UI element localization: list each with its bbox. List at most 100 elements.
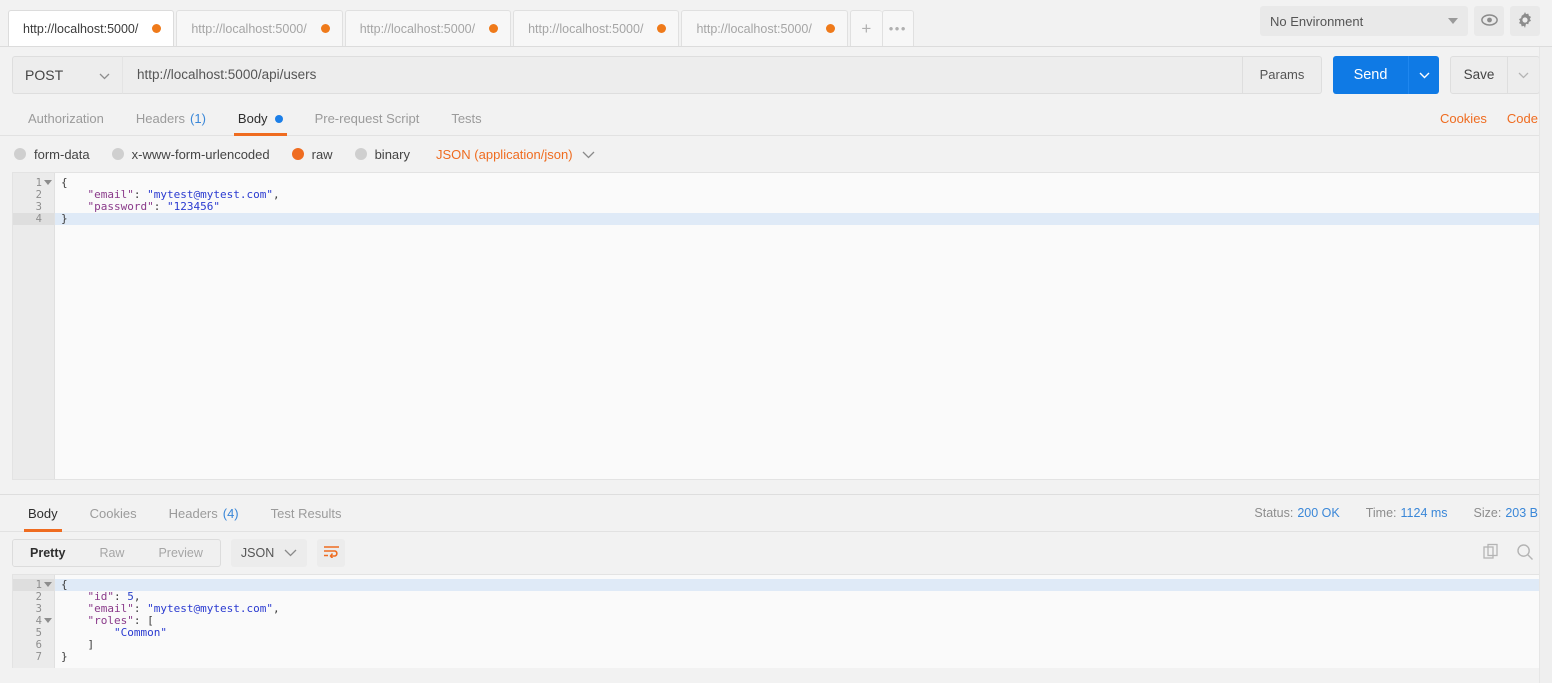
line-number: 7 bbox=[35, 651, 42, 663]
chevron-down-icon bbox=[1448, 18, 1458, 24]
word-wrap-toggle-button[interactable] bbox=[317, 539, 346, 567]
request-tab-label: http://localhost:5000/ bbox=[528, 21, 644, 36]
response-tab-body[interactable]: Body bbox=[12, 495, 74, 532]
response-tab-test-results[interactable]: Test Results bbox=[255, 495, 358, 531]
tab-headers[interactable]: Headers (1) bbox=[120, 102, 222, 135]
code-line: } bbox=[55, 213, 1539, 225]
line-number: 4 bbox=[13, 615, 54, 627]
tab-pre-request-script[interactable]: Pre-request Script bbox=[299, 102, 436, 135]
request-tab-4[interactable]: http://localhost:5000/ bbox=[513, 10, 680, 46]
response-tab-cookies[interactable]: Cookies bbox=[74, 495, 153, 531]
request-editor-code[interactable]: { "email": "mytest@mytest.com", "passwor… bbox=[55, 173, 1539, 479]
unsaved-indicator-dot[interactable] bbox=[320, 24, 330, 33]
time-value: 1124 ms bbox=[1400, 506, 1448, 520]
unsaved-indicator-dot[interactable] bbox=[657, 24, 667, 33]
view-mode-preview[interactable]: Preview bbox=[141, 540, 219, 566]
send-options-button[interactable] bbox=[1408, 55, 1439, 94]
content-type-selector[interactable]: JSON (application/json) bbox=[436, 147, 595, 162]
tab-label: Headers bbox=[135, 111, 186, 126]
code-line: } bbox=[61, 650, 68, 663]
code-link[interactable]: Code bbox=[1507, 111, 1538, 126]
response-editor-code: { "id": 5, "email": "mytest@mytest.com",… bbox=[55, 575, 1539, 668]
body-type-label: form-data bbox=[34, 146, 90, 162]
params-button[interactable]: Params bbox=[1243, 55, 1322, 94]
settings-button[interactable] bbox=[1510, 6, 1540, 36]
request-detail-tabs: Authorization Headers (1) Body Pre-reque… bbox=[0, 102, 1552, 136]
request-tab-label: http://localhost:5000/ bbox=[23, 21, 139, 36]
size-value: 203 B bbox=[1505, 506, 1538, 520]
request-tab-2[interactable]: http://localhost:5000/ bbox=[176, 10, 343, 46]
tab-authorization[interactable]: Authorization bbox=[12, 102, 120, 135]
new-tab-button[interactable]: + bbox=[849, 10, 882, 46]
status-meta: Status: 200 OK bbox=[1254, 506, 1339, 520]
environment-quick-look-button[interactable] bbox=[1474, 6, 1504, 36]
fold-toggle-icon[interactable] bbox=[44, 618, 52, 623]
line-number: 6 bbox=[35, 639, 42, 651]
response-format-selector[interactable]: JSON bbox=[230, 539, 308, 567]
chevron-down-icon bbox=[582, 147, 595, 162]
fold-toggle-icon[interactable] bbox=[44, 180, 52, 185]
chevron-down-icon bbox=[1419, 67, 1430, 82]
body-type-binary[interactable]: binary bbox=[354, 147, 410, 162]
code-line: "Common" bbox=[113, 626, 167, 639]
radio-icon bbox=[354, 148, 367, 160]
tab-body[interactable]: Body bbox=[222, 102, 299, 136]
request-url-input[interactable]: http://localhost:5000/api/users bbox=[122, 55, 1243, 94]
request-tab-1[interactable]: http://localhost:5000/ bbox=[8, 10, 175, 46]
tab-label: Test Results bbox=[270, 505, 342, 521]
radio-icon-selected bbox=[291, 148, 304, 160]
vertical-scrollbar[interactable] bbox=[1539, 47, 1552, 683]
request-tab-label: http://localhost:5000/ bbox=[696, 21, 812, 36]
chevron-down-icon bbox=[284, 546, 297, 560]
unsaved-indicator-dot[interactable] bbox=[489, 24, 499, 33]
line-number: 3 bbox=[35, 603, 42, 615]
eye-icon bbox=[1480, 13, 1498, 29]
line-number: 2 bbox=[35, 591, 42, 603]
unsaved-indicator-dot[interactable] bbox=[825, 24, 835, 33]
view-mode-pretty[interactable]: Pretty bbox=[13, 540, 83, 566]
body-type-raw[interactable]: raw bbox=[291, 147, 333, 162]
unsaved-indicator-dot[interactable] bbox=[152, 24, 162, 33]
request-tab-5[interactable]: http://localhost:5000/ bbox=[681, 10, 848, 46]
status-label: Status: bbox=[1254, 506, 1294, 520]
response-tab-headers[interactable]: Headers (4) bbox=[153, 495, 255, 531]
view-mode-raw[interactable]: Raw bbox=[82, 540, 141, 566]
tab-options-button[interactable]: ••• bbox=[881, 10, 914, 46]
tab-label: Pre-request Script bbox=[314, 111, 420, 126]
send-button-group: Send bbox=[1333, 55, 1439, 94]
environment-selected-label: No Environment bbox=[1270, 13, 1364, 29]
tab-tests[interactable]: Tests bbox=[435, 102, 497, 135]
cookies-link[interactable]: Cookies bbox=[1440, 111, 1487, 126]
tab-label: Tests bbox=[451, 111, 482, 126]
body-type-form-data[interactable]: form-data bbox=[14, 147, 90, 162]
http-method-label: POST bbox=[25, 66, 64, 83]
postman-window: http://localhost:5000/ http://localhost:… bbox=[0, 0, 1552, 683]
search-button[interactable] bbox=[1516, 543, 1534, 564]
line-number: 2 bbox=[35, 189, 42, 201]
tab-label: Body bbox=[237, 111, 268, 126]
status-value: 200 OK bbox=[1297, 506, 1340, 520]
environment-selector[interactable]: No Environment bbox=[1260, 6, 1468, 36]
copy-button[interactable] bbox=[1483, 543, 1500, 563]
fold-toggle-icon[interactable] bbox=[44, 582, 52, 587]
response-format-label: JSON bbox=[240, 546, 275, 560]
request-body-editor[interactable]: 1234 { "email": "mytest@mytest.com", "pa… bbox=[12, 172, 1540, 480]
http-method-selector[interactable]: POST bbox=[12, 55, 122, 94]
request-tab-3[interactable]: http://localhost:5000/ bbox=[344, 10, 512, 46]
line-number: 5 bbox=[35, 627, 42, 639]
gear-icon bbox=[1517, 11, 1533, 31]
chevron-down-icon bbox=[99, 67, 110, 83]
response-body-editor[interactable]: 1234567 { "id": 5, "email": "mytest@myte… bbox=[12, 574, 1540, 668]
save-options-button[interactable] bbox=[1508, 55, 1540, 94]
content-type-label: JSON (application/json) bbox=[436, 146, 573, 162]
line-number: 1 bbox=[13, 579, 54, 591]
body-type-x-www-form-urlencoded[interactable]: x-www-form-urlencoded bbox=[111, 147, 270, 162]
send-button[interactable]: Send bbox=[1333, 55, 1408, 94]
line-number: 1 bbox=[13, 177, 54, 189]
save-button[interactable]: Save bbox=[1450, 55, 1508, 94]
time-label: Time: bbox=[1365, 506, 1397, 520]
tab-label: Body bbox=[28, 505, 58, 521]
size-label: Size: bbox=[1473, 506, 1502, 520]
tab-label: Headers bbox=[168, 505, 218, 521]
tab-label: Cookies bbox=[89, 505, 137, 521]
